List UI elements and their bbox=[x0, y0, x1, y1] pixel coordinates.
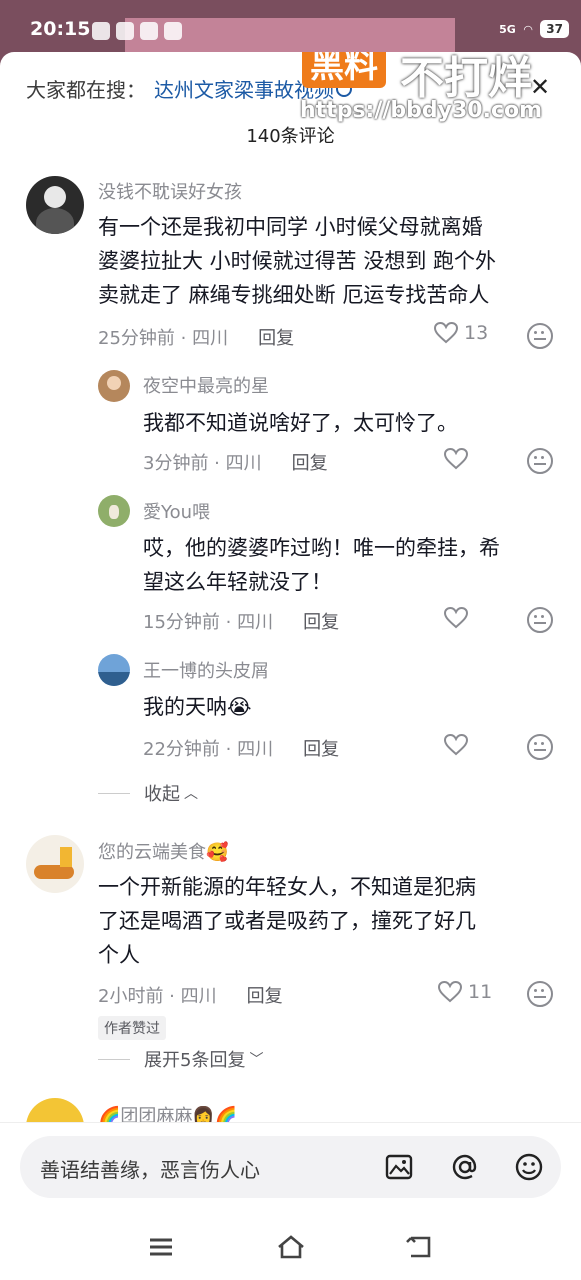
divider bbox=[98, 792, 130, 794]
divider bbox=[98, 1058, 130, 1060]
comment-meta: 25分钟前 · 四川 回复 bbox=[98, 324, 294, 350]
menu-icon[interactable] bbox=[146, 1234, 176, 1260]
comment-time: 22分钟前 · 四川 bbox=[143, 739, 274, 760]
reply-username[interactable]: 夜空中最亮的星 bbox=[143, 372, 269, 398]
expand-replies-button[interactable]: 展开5条回复 ﹀ bbox=[98, 1046, 263, 1072]
watermark: 黑料 不打烊 https://bbdy30.com bbox=[300, 52, 560, 123]
like-button[interactable] bbox=[444, 734, 468, 756]
comment-meta: 15分钟前 · 四川 回复 bbox=[143, 608, 339, 634]
collapse-replies-button[interactable]: 收起 ︿ bbox=[98, 780, 198, 806]
reply-text: 我都不知道说啥好了，太可怜了。 bbox=[143, 406, 458, 440]
comment-text: 一个开新能源的年轻女人，不知道是犯病 了还是喝酒了或者是吸药了，撞死了好几 个人 bbox=[98, 870, 476, 972]
comment-input-placeholder: 善语结善缘，恶言伤人心 bbox=[40, 1158, 260, 1182]
reply-button[interactable]: 回复 bbox=[258, 324, 294, 350]
watermark-brand: 黑料 bbox=[302, 52, 386, 88]
system-nav-bar bbox=[0, 1212, 581, 1280]
reply-button[interactable]: 回复 bbox=[247, 982, 283, 1008]
status-right: 5G ◠ 37 bbox=[499, 20, 569, 38]
back-icon[interactable] bbox=[405, 1234, 435, 1260]
status-time: 20:15 bbox=[30, 18, 91, 40]
status-bar: 20:15 5G ◠ 37 bbox=[0, 0, 581, 52]
comment-line: 了还是喝酒了或者是吸药了，撞死了好几 bbox=[98, 909, 476, 933]
heart-icon bbox=[444, 448, 468, 470]
heart-icon bbox=[434, 322, 458, 344]
comment-meta: 2小时前 · 四川 回复 bbox=[98, 982, 283, 1008]
dislike-icon[interactable] bbox=[527, 734, 553, 760]
reply-button[interactable]: 回复 bbox=[292, 449, 328, 475]
comment-line: 望这么年轻就没了！ bbox=[143, 570, 332, 594]
heart-icon bbox=[438, 981, 462, 1003]
like-button[interactable]: 11 bbox=[438, 981, 492, 1003]
home-icon[interactable] bbox=[276, 1234, 306, 1260]
status-app-icons bbox=[92, 22, 182, 40]
author-liked-badge: 作者赞过 bbox=[98, 1016, 166, 1040]
emoji-icon[interactable] bbox=[514, 1152, 544, 1182]
like-count: 11 bbox=[468, 981, 493, 1003]
comment-time: 25分钟前 · 四川 bbox=[98, 328, 229, 349]
like-button[interactable] bbox=[444, 607, 468, 629]
comment-line: 婆婆拉扯大 小时候就过得苦 没想到 跑个外 bbox=[98, 249, 497, 273]
comment-input[interactable]: 善语结善缘，恶言伤人心 bbox=[20, 1136, 561, 1198]
image-icon[interactable] bbox=[384, 1152, 414, 1182]
comment-line: 哎，他的婆婆咋过哟！唯一的牵挂，希 bbox=[143, 536, 500, 560]
comment-line: 卖就走了 麻绳专挑细处断 厄运专找苦命人 bbox=[98, 283, 490, 307]
chevron-up-icon: ︿ bbox=[184, 786, 198, 802]
avatar[interactable] bbox=[98, 370, 130, 402]
like-button[interactable]: 13 bbox=[434, 322, 488, 344]
chevron-down-icon: ﹀ bbox=[249, 1052, 264, 1068]
reply-text: 哎，他的婆婆咋过哟！唯一的牵挂，希 望这么年轻就没了！ bbox=[143, 531, 500, 599]
reply-button[interactable]: 回复 bbox=[303, 735, 339, 761]
comment-time: 3分钟前 · 四川 bbox=[143, 453, 262, 474]
reply-username[interactable]: 愛You喂 bbox=[143, 498, 210, 524]
comment-username[interactable]: 您的云端美食🥰 bbox=[98, 838, 228, 864]
collapse-label: 收起 bbox=[144, 784, 180, 805]
avatar[interactable] bbox=[26, 835, 84, 893]
heart-icon bbox=[444, 607, 468, 629]
at-icon[interactable] bbox=[450, 1152, 480, 1182]
dislike-icon[interactable] bbox=[527, 981, 553, 1007]
heart-icon bbox=[444, 734, 468, 756]
like-button[interactable] bbox=[444, 448, 468, 470]
comment-count: 140条评论 bbox=[246, 126, 335, 147]
comment-line: 我都不知道说啥好了，太可怜了。 bbox=[143, 411, 458, 435]
avatar[interactable] bbox=[98, 654, 130, 686]
like-count: 13 bbox=[464, 322, 489, 344]
comment-line: 一个开新能源的年轻女人，不知道是犯病 bbox=[98, 875, 476, 899]
avatar[interactable] bbox=[26, 176, 84, 234]
news-icon bbox=[164, 22, 182, 40]
comment-time: 2小时前 · 四川 bbox=[98, 986, 217, 1007]
dislike-icon[interactable] bbox=[527, 323, 553, 349]
telegram-icon bbox=[140, 22, 158, 40]
comment-line: 个人 bbox=[98, 943, 140, 967]
tiktok-icon bbox=[116, 22, 134, 40]
reply-button[interactable]: 回复 bbox=[303, 608, 339, 634]
wechat-icon bbox=[92, 22, 110, 40]
avatar[interactable] bbox=[98, 495, 130, 527]
dislike-icon[interactable] bbox=[527, 607, 553, 633]
wifi-icon: ◠ bbox=[523, 22, 533, 36]
watermark-url: https://bbdy30.com bbox=[300, 98, 543, 123]
expand-label: 展开5条回复 bbox=[144, 1050, 246, 1071]
comment-text: 有一个还是我初中同学 小时候父母就离婚 婆婆拉扯大 小时候就过得苦 没想到 跑个… bbox=[98, 210, 496, 312]
comments-sheet: 大家都在搜： 达州文家梁事故视频 ✕ 140条评论 黑料 不打烊 https:/… bbox=[0, 52, 581, 1280]
battery-icon: 37 bbox=[540, 20, 569, 38]
network-label: 5G bbox=[499, 22, 516, 36]
reply-username[interactable]: 王一博的头皮屑 bbox=[143, 657, 269, 683]
comment-meta: 22分钟前 · 四川 回复 bbox=[143, 735, 339, 761]
comment-time: 15分钟前 · 四川 bbox=[143, 612, 274, 633]
comment-meta: 3分钟前 · 四川 回复 bbox=[143, 449, 328, 475]
comment-line: 有一个还是我初中同学 小时候父母就离婚 bbox=[98, 215, 483, 239]
comment-username[interactable]: 没钱不耽误好女孩 bbox=[98, 178, 242, 204]
comment-line: 我的天呐😭 bbox=[143, 695, 252, 719]
search-label: 大家都在搜： bbox=[26, 78, 146, 102]
reply-text: 我的天呐😭 bbox=[143, 690, 252, 724]
dislike-icon[interactable] bbox=[527, 448, 553, 474]
